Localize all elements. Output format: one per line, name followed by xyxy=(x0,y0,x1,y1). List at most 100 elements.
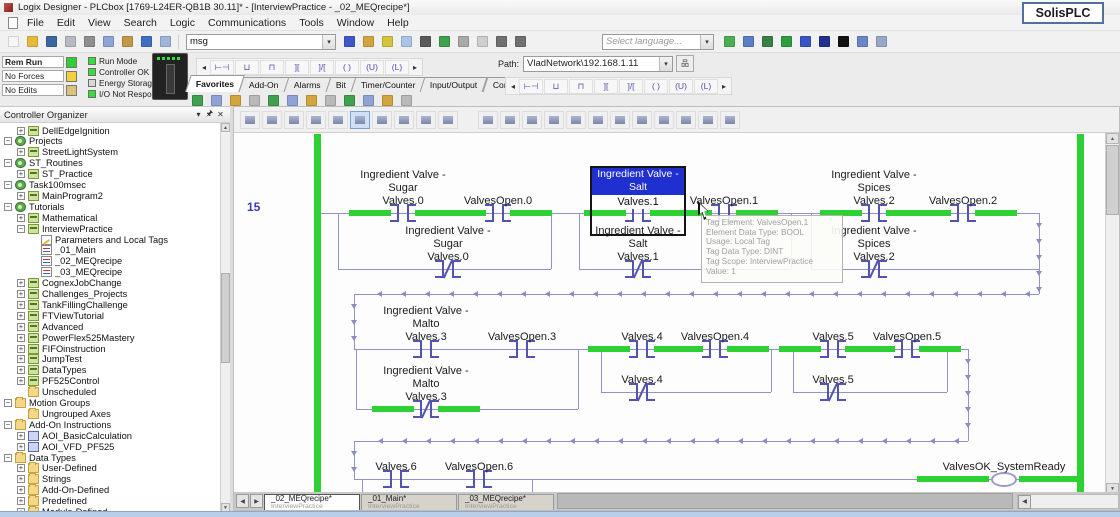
tree-item-advanced[interactable]: + Advanced xyxy=(17,321,83,332)
menu-edit[interactable]: Edit xyxy=(57,17,75,29)
tree-expander-icon[interactable]: + xyxy=(17,486,25,495)
ladder-tool-icon[interactable] xyxy=(416,110,436,129)
tree-expander-icon[interactable]: + xyxy=(17,497,25,506)
zoom-out-icon[interactable] xyxy=(512,34,529,50)
scroll-up-icon[interactable]: ▲ xyxy=(1106,133,1119,144)
new-icon[interactable] xyxy=(5,34,22,50)
tab-scroll-icon[interactable]: ◀ xyxy=(236,494,249,508)
new-rung-button[interactable]: ⊢⊣ xyxy=(519,78,543,94)
ladder-trace-icon[interactable] xyxy=(610,110,630,129)
upload-icon[interactable] xyxy=(816,34,833,50)
tree-item-mainprogram2[interactable]: + MainProgram2 xyxy=(17,190,103,201)
scroll-left-icon[interactable]: ◀ xyxy=(1018,494,1031,509)
tree-expander-icon[interactable]: + xyxy=(17,377,25,386)
menu-view[interactable]: View xyxy=(88,17,111,29)
otu-button[interactable]: (U) xyxy=(360,59,384,75)
tree-expander-icon[interactable]: + xyxy=(17,126,25,135)
tree-expander-icon[interactable]: + xyxy=(17,366,25,375)
ladder-vscrollbar[interactable]: ▲ ▼ xyxy=(1105,133,1119,494)
chevron-down-icon[interactable]: ▾ xyxy=(322,34,335,49)
tree-item-data-types[interactable]: − Data Types xyxy=(4,451,76,463)
tree-item-aoi-vfd-pf525[interactable]: + AOI_VFD_PF525 xyxy=(17,441,114,452)
tree-item-pf525control[interactable]: + PF525Control xyxy=(17,376,99,387)
save-icon[interactable] xyxy=(43,34,60,50)
verify-controller-icon[interactable] xyxy=(455,34,472,50)
tree-item-cognexjobchange[interactable]: + CognexJobChange xyxy=(17,278,122,289)
forces-state-icon[interactable] xyxy=(66,70,77,82)
xio-button[interactable]: ]/[ xyxy=(619,78,643,94)
otl-button[interactable]: (L) xyxy=(694,78,718,94)
zoom-in-icon[interactable] xyxy=(493,34,510,50)
replace-tag-icon[interactable] xyxy=(341,34,358,50)
tab-scroll-icon[interactable]: ▶ xyxy=(250,494,263,508)
ladder-trace-icon[interactable] xyxy=(544,110,564,129)
ladder-tool-icon[interactable] xyxy=(394,110,414,129)
ladder-tool-icon[interactable] xyxy=(284,110,304,129)
who-active-icon[interactable]: 品 xyxy=(676,55,695,72)
ladder-trace-icon[interactable] xyxy=(478,110,498,129)
ladder-trace-icon[interactable] xyxy=(654,110,674,129)
tree-item-challenges-projects[interactable]: + Challenges_Projects xyxy=(17,289,127,300)
branch-button[interactable]: ⊔ xyxy=(544,78,568,94)
palette-scroll-right-icon[interactable]: ▸ xyxy=(719,82,729,91)
import-icon[interactable] xyxy=(759,34,776,50)
tree-expander-icon[interactable]: + xyxy=(17,301,25,309)
xic-button[interactable]: ][ xyxy=(594,78,618,94)
verify-rung-icon[interactable] xyxy=(436,34,453,50)
routine-tab--01-main-[interactable]: _01_Main* InterviewPractice xyxy=(361,494,457,510)
instruction-tab-input-output[interactable]: Input/Output xyxy=(419,77,488,92)
path-combo[interactable]: VladNetwork\192.168.1.11 ▾ xyxy=(523,55,674,72)
xic-button[interactable]: ][ xyxy=(285,59,309,75)
edits-status[interactable]: No Edits xyxy=(2,84,64,96)
tree-expander-icon[interactable]: − xyxy=(4,203,12,211)
run-state-icon[interactable] xyxy=(66,56,77,68)
chevron-down-icon[interactable]: ▾ xyxy=(193,110,204,119)
menu-window[interactable]: Window xyxy=(337,17,374,29)
download-icon[interactable] xyxy=(835,34,852,50)
print-icon[interactable] xyxy=(62,34,79,50)
tree-expander-icon[interactable]: − xyxy=(17,224,25,233)
tree-item-datatypes[interactable]: + DataTypes xyxy=(17,365,86,376)
ladder-trace-icon[interactable] xyxy=(566,110,586,129)
tree-expander-icon[interactable]: + xyxy=(17,290,25,298)
tree-item-ftviewtutorial[interactable]: + FTViewTutorial xyxy=(17,310,104,321)
undo-icon[interactable] xyxy=(138,34,155,50)
instruction-tab-timer-counter[interactable]: Timer/Counter xyxy=(350,77,426,92)
search-combo[interactable]: msg ▾ xyxy=(186,33,336,50)
language-config-icon[interactable] xyxy=(721,34,738,50)
tree-expander-icon[interactable]: − xyxy=(4,421,12,429)
ladder-trace-icon[interactable] xyxy=(500,110,520,129)
ladder-tool-icon[interactable] xyxy=(438,110,458,129)
menu-communications[interactable]: Communications xyxy=(208,17,286,29)
xio-button[interactable]: ]/[ xyxy=(310,59,334,75)
ladder-tool-icon[interactable] xyxy=(328,110,348,129)
tree-expander-icon[interactable]: + xyxy=(17,192,25,200)
chevron-down-icon[interactable]: ▾ xyxy=(659,56,673,71)
redo-icon[interactable] xyxy=(157,34,174,50)
tree-expander-icon[interactable]: + xyxy=(17,344,25,353)
tree-expander-icon[interactable]: − xyxy=(4,181,12,189)
tree-item-parameters-and-local-tags[interactable]: Parameters and Local Tags xyxy=(30,234,168,245)
tree-item-projects[interactable]: − Projects xyxy=(4,136,63,147)
menu-logic[interactable]: Logic xyxy=(170,17,195,29)
tree-item-task100msec[interactable]: − Task100msec xyxy=(4,180,86,191)
organizer-scrollbar[interactable]: ▲ ▼ xyxy=(220,123,230,512)
tree-item-powerflex525mastery[interactable]: + PowerFlex525Mastery xyxy=(17,332,135,343)
tree-item-mathematical[interactable]: + Mathematical xyxy=(17,212,97,223)
tree-item-st-routines[interactable]: − ST_Routines xyxy=(4,158,83,169)
select-mode-icon[interactable] xyxy=(398,34,415,50)
ote-coil-ValvesOK_SystemReady[interactable] xyxy=(991,471,1017,487)
routine-tab--02-meqrecipe-[interactable]: _02_MEQrecipe* InterviewPractice xyxy=(264,494,360,510)
ladder-trace-icon[interactable] xyxy=(588,110,608,129)
lock-icon[interactable] xyxy=(873,34,890,50)
ladder-tool-icon[interactable] xyxy=(350,110,370,129)
tree-item-add-on-defined[interactable]: + Add-On-Defined xyxy=(17,484,109,496)
branch-button[interactable]: ⊔ xyxy=(235,59,259,75)
tree-item-unscheduled[interactable]: Unscheduled xyxy=(17,386,96,398)
pencil-select-icon[interactable] xyxy=(417,34,434,50)
instruction-tab-alarms[interactable]: Alarms xyxy=(283,77,332,92)
tree-expander-icon[interactable]: + xyxy=(17,475,25,484)
tree-item-ungrouped-axes[interactable]: Ungrouped Axes xyxy=(17,407,111,419)
tree-item--03-meqrecipe[interactable]: _03_MEQrecipe xyxy=(30,267,122,278)
tree-item-motion-groups[interactable]: − Motion Groups xyxy=(4,397,90,409)
